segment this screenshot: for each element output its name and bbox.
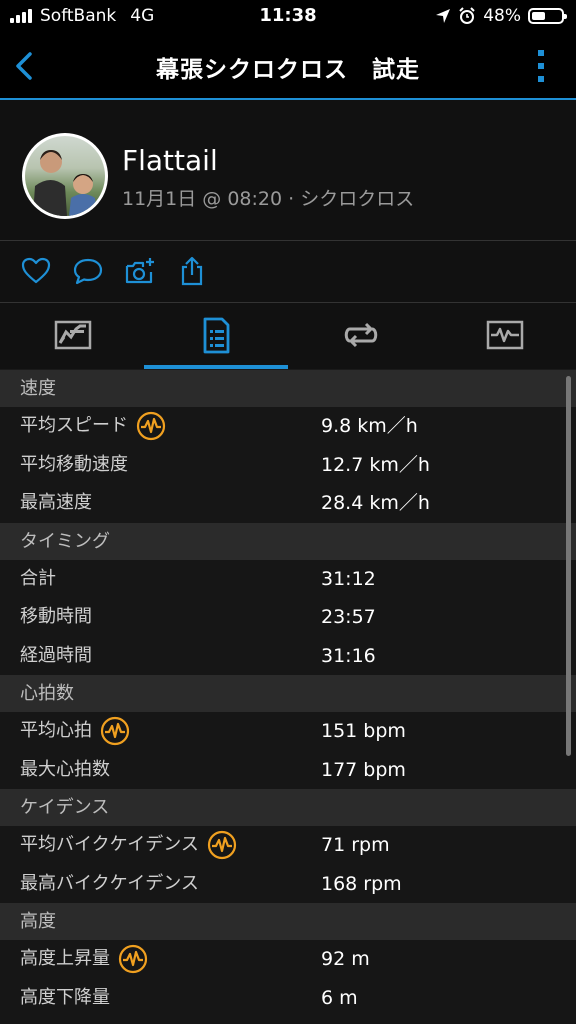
- stat-label-wrap: 最高速度: [20, 484, 92, 523]
- charts-icon: [486, 320, 524, 350]
- stat-value: 92 m: [321, 948, 370, 970]
- connect-iq-badge-icon[interactable]: [100, 716, 130, 746]
- stat-label: 平均移動速度: [20, 453, 128, 475]
- stat-value: 6 m: [321, 986, 358, 1009]
- stat-label-wrap: 平均移動速度: [20, 446, 128, 485]
- status-right: 48%: [435, 6, 567, 26]
- tab-stats[interactable]: [144, 303, 288, 369]
- more-vertical-icon[interactable]: [536, 48, 546, 84]
- nav-bar: 幕張シクロクロス 試走: [0, 34, 576, 100]
- stat-row: 高度下降量 6 m: [0, 979, 576, 1018]
- stat-value: 12.7 km／h: [321, 453, 430, 476]
- stat-value: 23:57: [321, 606, 376, 628]
- connect-iq-badge-icon[interactable]: [136, 411, 166, 441]
- stat-value: 28.4 km／h: [321, 492, 430, 514]
- stat-label: 高度下降量: [20, 986, 110, 1008]
- activity-meta: 11月1日 @ 08:20 · シクロクロス: [122, 188, 415, 210]
- status-bar: SoftBank 4G 11:38 48%: [0, 0, 576, 34]
- connect-iq-badge-icon[interactable]: [118, 944, 148, 974]
- like-icon[interactable]: [20, 255, 52, 287]
- stat-label-wrap: 移動時間: [20, 598, 92, 637]
- stat-label-wrap: 平均心拍: [20, 712, 130, 751]
- stat-label-wrap: 経過時間: [20, 637, 92, 676]
- section-header: 高度: [0, 903, 576, 940]
- scrollbar[interactable]: [566, 376, 571, 756]
- stat-label-wrap: 平均バイクケイデンス: [20, 826, 237, 865]
- stat-label: 平均スピード: [20, 415, 128, 436]
- stat-row: 平均移動速度 12.7 km／h: [0, 446, 576, 485]
- share-icon[interactable]: [176, 255, 208, 287]
- battery-percent: 48%: [483, 6, 521, 26]
- battery-icon: [528, 8, 567, 24]
- stat-label: 経過時間: [20, 644, 92, 666]
- comment-icon[interactable]: [72, 255, 104, 287]
- overview-map-icon: [54, 320, 92, 350]
- section-header: ケイデンス: [0, 789, 576, 826]
- tab-laps[interactable]: [288, 303, 432, 369]
- stat-value: 168 rpm: [321, 872, 402, 895]
- stat-value: 177 bpm: [321, 758, 406, 781]
- user-name[interactable]: Flattail: [122, 144, 218, 177]
- stat-label-wrap: 高度下降量: [20, 979, 110, 1018]
- section-header: タイミング: [0, 522, 576, 560]
- stat-label-wrap: 合計: [20, 560, 56, 599]
- tab-overview[interactable]: [0, 303, 144, 369]
- action-bar: [0, 241, 576, 303]
- tab-bar: [0, 303, 576, 369]
- stat-value: 9.8 km／h: [321, 415, 418, 437]
- add-photo-icon[interactable]: [124, 255, 156, 287]
- stat-label: 合計: [20, 567, 56, 589]
- connect-iq-badge-icon[interactable]: [207, 830, 237, 860]
- activity-header: Flattail 11月1日 @ 08:20 · シクロクロス: [0, 100, 576, 241]
- stat-label: 移動時間: [20, 606, 92, 627]
- stat-row: 経過時間 31:16: [0, 637, 576, 676]
- stat-label: 高度上昇量: [20, 948, 110, 969]
- stat-row: 平均スピード 9.8 km／h: [0, 407, 576, 446]
- stat-row: 平均心拍 151 bpm: [0, 712, 576, 751]
- tab-charts[interactable]: [432, 303, 576, 369]
- stat-label: 最高速度: [20, 492, 92, 513]
- stats-list[interactable]: 速度平均スピード 9.8 km／h 平均移動速度 12.7 km／h 最高速度 28.4 …: [0, 370, 576, 1024]
- stats-list-icon: [203, 317, 230, 354]
- stat-row: 最高速度 28.4 km／h: [0, 484, 576, 523]
- section-header: 心拍数: [0, 675, 576, 712]
- stat-label: 最大心拍数: [20, 758, 110, 780]
- stat-value: 71 rpm: [321, 834, 390, 856]
- stat-label-wrap: 最大心拍数: [20, 751, 110, 790]
- stat-label: 平均バイクケイデンス: [20, 834, 199, 855]
- stat-row: 平均バイクケイデンス 71 rpm: [0, 826, 576, 865]
- stat-label-wrap: 平均スピード: [20, 407, 166, 446]
- avatar[interactable]: [22, 133, 108, 219]
- stat-row: 最高バイクケイデンス 168 rpm: [0, 865, 576, 904]
- page-title: 幕張シクロクロス 試走: [156, 57, 420, 83]
- stat-row: 最大心拍数 177 bpm: [0, 751, 576, 790]
- stat-value: 31:12: [321, 567, 376, 590]
- stat-row: 移動時間 23:57: [0, 598, 576, 637]
- stat-label-wrap: 高度上昇量: [20, 940, 148, 979]
- alarm-icon: [459, 7, 475, 24]
- stat-label: 最高バイクケイデンス: [20, 872, 199, 894]
- stat-row: 高度上昇量 92 m: [0, 940, 576, 979]
- stat-value: 151 bpm: [321, 720, 406, 742]
- location-arrow-icon: [436, 9, 451, 23]
- stat-row: 合計 31:12: [0, 560, 576, 599]
- laps-icon: [344, 322, 378, 348]
- stat-label-wrap: 最高バイクケイデンス: [20, 865, 199, 904]
- stat-value: 31:16: [321, 644, 376, 667]
- section-header: 速度: [0, 370, 576, 407]
- stat-label: 平均心拍: [20, 720, 92, 741]
